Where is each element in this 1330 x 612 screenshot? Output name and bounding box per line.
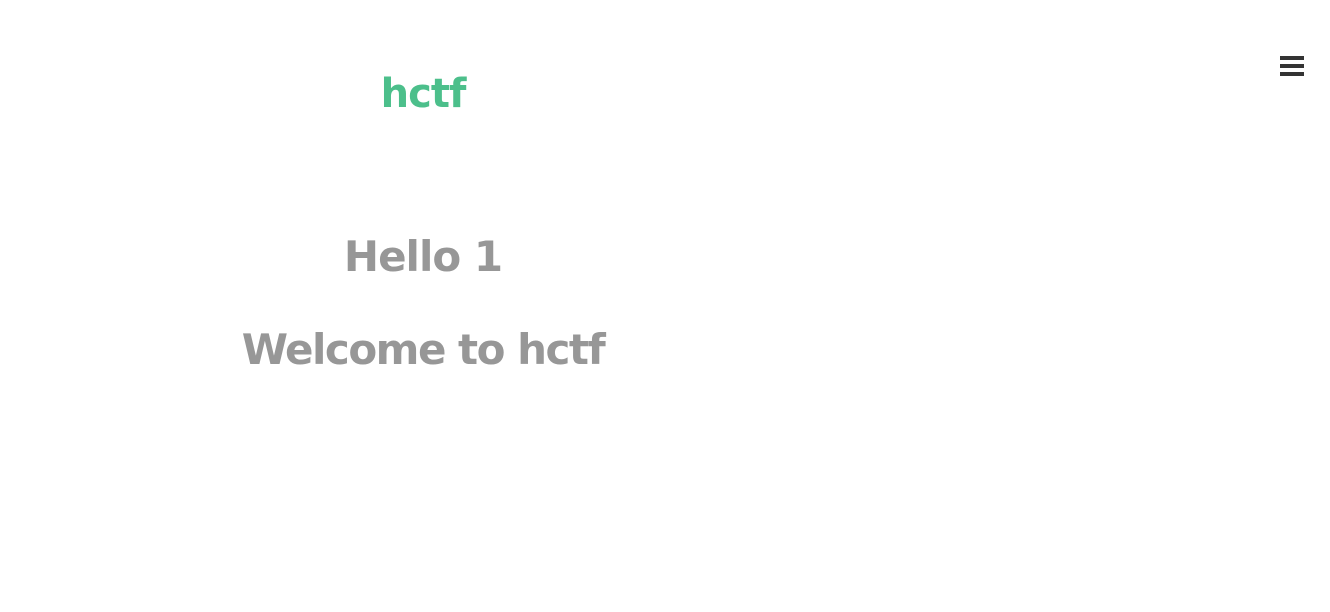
menu-bar <box>1280 72 1304 76</box>
page: hctf Hello 1 Welcome to hctf <box>0 0 1330 612</box>
hamburger-menu-icon[interactable] <box>1280 56 1304 78</box>
greeting-heading: Hello 1 <box>343 232 503 281</box>
menu-bar <box>1280 64 1304 68</box>
welcome-heading: Welcome to hctf <box>241 325 606 374</box>
menu-bar <box>1280 56 1304 60</box>
site-brand-link[interactable]: hctf <box>323 70 523 118</box>
